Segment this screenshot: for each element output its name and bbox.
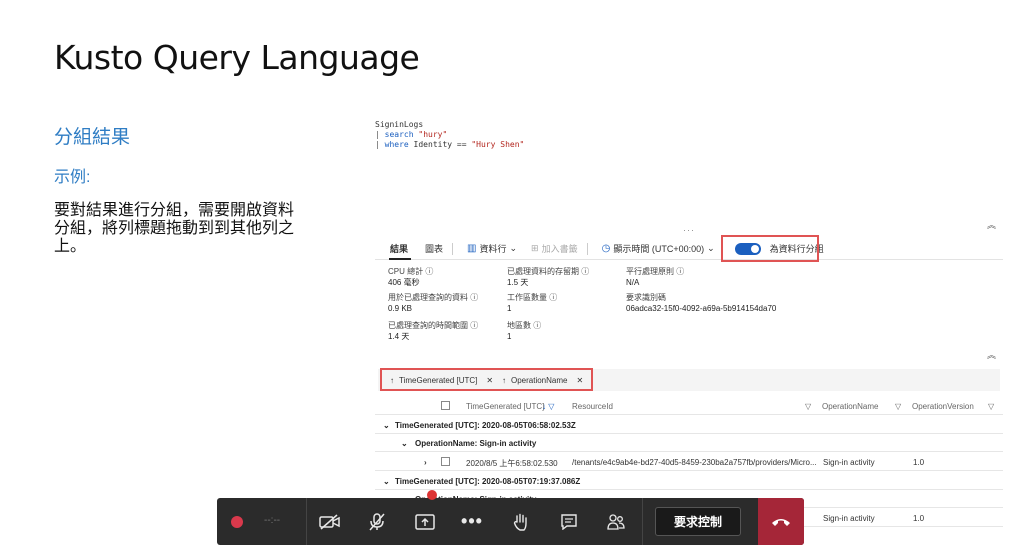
chat-icon bbox=[561, 513, 577, 530]
bookmark-icon: ⊞ bbox=[531, 243, 539, 253]
cell-operation: Sign-in activity bbox=[823, 514, 875, 523]
toolbar-divider bbox=[586, 242, 588, 255]
select-all-checkbox[interactable] bbox=[441, 401, 450, 410]
chevron-down-icon[interactable]: ⌄ bbox=[383, 421, 390, 430]
time-display-dropdown[interactable]: ◷ 顯示時間 (UTC+00:00) ⌄ bbox=[602, 242, 715, 255]
mute-button[interactable] bbox=[360, 498, 394, 545]
body-text: 要對結果進行分組，需要開啟資料分組，將列標題拖動到到其他列之上。 bbox=[54, 202, 295, 255]
query-text: Identity == bbox=[408, 140, 472, 149]
tab-results[interactable]: 結果 bbox=[390, 242, 411, 255]
filter-icon[interactable]: ▽ bbox=[988, 402, 994, 411]
highlight-box-grouping bbox=[380, 368, 593, 391]
slide-title: Kusto Query Language bbox=[54, 38, 420, 77]
tab-chart[interactable]: 圖表 bbox=[425, 242, 443, 255]
results-toolbar: 結果 圖表 ▥ 資料行 ⌄ ⊞ 加入書籤 ◷ 顯示時間 (UTC+00:00) ⌄ 為資料… bbox=[375, 238, 1003, 260]
filter-icon[interactable]: ▽ bbox=[805, 402, 811, 411]
chevron-down-icon[interactable]: ⌄ bbox=[383, 477, 390, 486]
stat-value: 06adca32-15f0-4092-a69a-5b914154da70 bbox=[626, 304, 777, 313]
group-label: TimeGenerated [UTC]: 2020-08-05T06:58:02… bbox=[395, 421, 576, 430]
columns-icon: ▥ bbox=[467, 243, 477, 254]
column-header-version[interactable]: OperationVersion bbox=[912, 402, 974, 411]
toolbar-divider bbox=[452, 242, 454, 255]
divider bbox=[642, 498, 643, 545]
cell-version: 1.0 bbox=[913, 458, 925, 467]
more-button[interactable]: ••• bbox=[455, 498, 489, 545]
cell-time: 2020/8/5 上午6:58:02.530 bbox=[466, 459, 558, 468]
active-tab-indicator bbox=[389, 258, 411, 260]
participants-button[interactable] bbox=[599, 498, 633, 545]
filter-icon[interactable]: ▽ bbox=[895, 402, 901, 411]
subgroup-row[interactable]: ⌄ OperationName: Sign-in activity bbox=[375, 434, 1003, 452]
chevron-down-icon: ⌄ bbox=[707, 243, 715, 253]
laser-pointer bbox=[427, 490, 437, 500]
time-display-label: 顯示時間 (UTC+00:00) bbox=[613, 244, 705, 254]
subgroup-label: OperationName: Sign-in activity bbox=[415, 439, 537, 448]
columns-label: 資料行 bbox=[479, 244, 507, 254]
group-row[interactable]: ⌄ TimeGenerated [UTC]: 2020-08-05T07:19:… bbox=[375, 472, 1003, 490]
request-control-button[interactable]: 要求控制 bbox=[655, 507, 741, 536]
stat-regions: 地區數 ⓘ 1 bbox=[507, 320, 647, 342]
stat-value: 1 bbox=[507, 332, 512, 341]
column-header-resource[interactable]: ResourceId bbox=[572, 402, 613, 411]
collapse-up-icon[interactable]: ︽ bbox=[987, 218, 996, 231]
column-header-time[interactable]: TimeGenerated [UTC] bbox=[466, 402, 544, 411]
clock-icon: ◷ bbox=[601, 243, 611, 254]
recording-timer: --:-- bbox=[264, 515, 281, 526]
sort-down-icon[interactable]: ↓ ▽ bbox=[542, 402, 554, 411]
camera-off-button[interactable] bbox=[313, 498, 347, 545]
group-label: TimeGenerated [UTC]: 2020-08-05T07:19:37… bbox=[395, 477, 581, 486]
participants-icon bbox=[607, 513, 625, 530]
collapse-up-icon[interactable]: ︽ bbox=[987, 348, 996, 361]
query-string: "hury" bbox=[418, 130, 448, 139]
query-line-3: | where Identity == "Hury Shen" bbox=[375, 140, 525, 149]
divider bbox=[306, 498, 307, 545]
meeting-control-bar: --:-- ••• 要求控制 bbox=[217, 498, 804, 545]
query-line-1: SigninLogs bbox=[375, 120, 424, 129]
hang-up-button[interactable] bbox=[758, 498, 804, 545]
share-screen-button[interactable] bbox=[408, 498, 442, 545]
stat-value: N/A bbox=[626, 278, 640, 287]
chevron-down-icon: ⌄ bbox=[509, 243, 518, 253]
more-icon: ••• bbox=[461, 511, 483, 531]
stat-parallel: 平行處理原則 ⓘ N/A bbox=[626, 266, 766, 288]
camera-off-icon bbox=[319, 513, 340, 530]
chat-button[interactable] bbox=[552, 498, 586, 545]
example-label: 示例: bbox=[54, 169, 91, 186]
row-checkbox[interactable] bbox=[441, 457, 450, 466]
columns-button[interactable]: ▥ 資料行 ⌄ bbox=[467, 242, 517, 255]
query-code: SigninLogs | search "hury" | where Ident… bbox=[375, 120, 524, 150]
stat-label: 要求識別碼 bbox=[626, 293, 666, 302]
record-button[interactable] bbox=[225, 498, 249, 545]
add-bookmark-label: 加入書籤 bbox=[541, 244, 578, 254]
mic-off-icon bbox=[369, 512, 385, 530]
group-row[interactable]: ⌄ TimeGenerated [UTC]: 2020-08-05T06:58:… bbox=[375, 416, 1003, 434]
column-header-operation[interactable]: OperationName bbox=[822, 402, 878, 411]
chevron-down-icon[interactable]: ⌄ bbox=[401, 439, 408, 448]
cell-resource: /tenants/e4c9ab4e-bd27-40d5-8459-230ba2a… bbox=[572, 458, 817, 467]
table-header-row: TimeGenerated [UTC] ↓ ▽ ResourceId ▽ Ope… bbox=[375, 397, 1003, 415]
query-keyword: where bbox=[384, 140, 409, 149]
highlight-box-toggle bbox=[721, 235, 819, 262]
raise-hand-icon bbox=[513, 513, 527, 531]
stat-request-id: 要求識別碼 06adca32-15f0-4092-a69a-5b914154da7… bbox=[626, 292, 826, 314]
query-string: "Hury Shen" bbox=[471, 140, 525, 149]
stat-label: 平行處理原則 ⓘ bbox=[626, 267, 685, 276]
section-heading: 分組結果 bbox=[54, 127, 131, 148]
drag-handle-icon[interactable]: ··· bbox=[683, 225, 695, 235]
raise-hand-button[interactable] bbox=[504, 498, 538, 545]
stat-label: 地區數 ⓘ bbox=[507, 321, 542, 330]
table-row[interactable]: › 2020/8/5 上午6:58:02.530 /tenants/e4c9ab… bbox=[375, 453, 1003, 471]
record-icon bbox=[231, 515, 243, 528]
hang-up-icon bbox=[772, 518, 790, 526]
share-screen-icon bbox=[415, 513, 435, 530]
query-keyword: search bbox=[384, 130, 414, 139]
cell-operation: Sign-in activity bbox=[823, 458, 875, 467]
cell-version: 1.0 bbox=[913, 514, 925, 523]
chevron-right-icon[interactable]: › bbox=[424, 458, 427, 467]
add-bookmark-button[interactable]: ⊞ 加入書籤 bbox=[531, 242, 578, 255]
query-line-2: | search "hury" bbox=[375, 130, 448, 139]
